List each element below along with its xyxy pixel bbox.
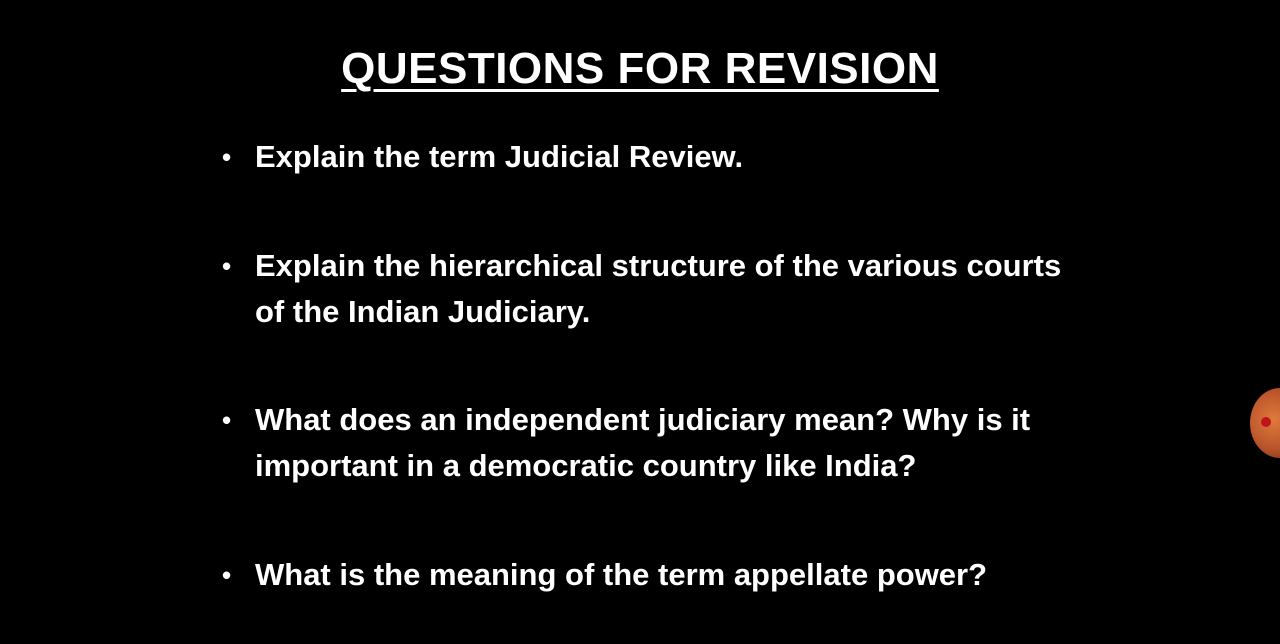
bullet-icon: • [222, 251, 232, 281]
question-item: • Explain the hierarchical structure of … [222, 243, 1072, 335]
slide-title-text: QUESTIONS FOR REVISION [341, 44, 939, 93]
question-text: What does an independent judiciary mean?… [255, 402, 1031, 483]
slide-title: QUESTIONS FOR REVISION [0, 44, 1280, 94]
question-item: • Explain the term Judicial Review. [222, 134, 1072, 180]
bullet-icon: • [222, 560, 232, 590]
question-text: What is the meaning of the term appellat… [255, 557, 988, 592]
question-text: Explain the hierarchical structure of th… [255, 248, 1062, 329]
bullet-icon: • [222, 405, 232, 435]
bullet-icon: • [222, 142, 232, 172]
question-item: • What is the meaning of the term appell… [222, 552, 1072, 598]
floating-camera-bubble[interactable] [1250, 388, 1280, 458]
record-dot-icon [1261, 417, 1271, 427]
question-item: • What does an independent judiciary mea… [222, 397, 1072, 489]
slide: QUESTIONS FOR REVISION • Explain the ter… [0, 0, 1280, 644]
question-text: Explain the term Judicial Review. [255, 139, 744, 174]
